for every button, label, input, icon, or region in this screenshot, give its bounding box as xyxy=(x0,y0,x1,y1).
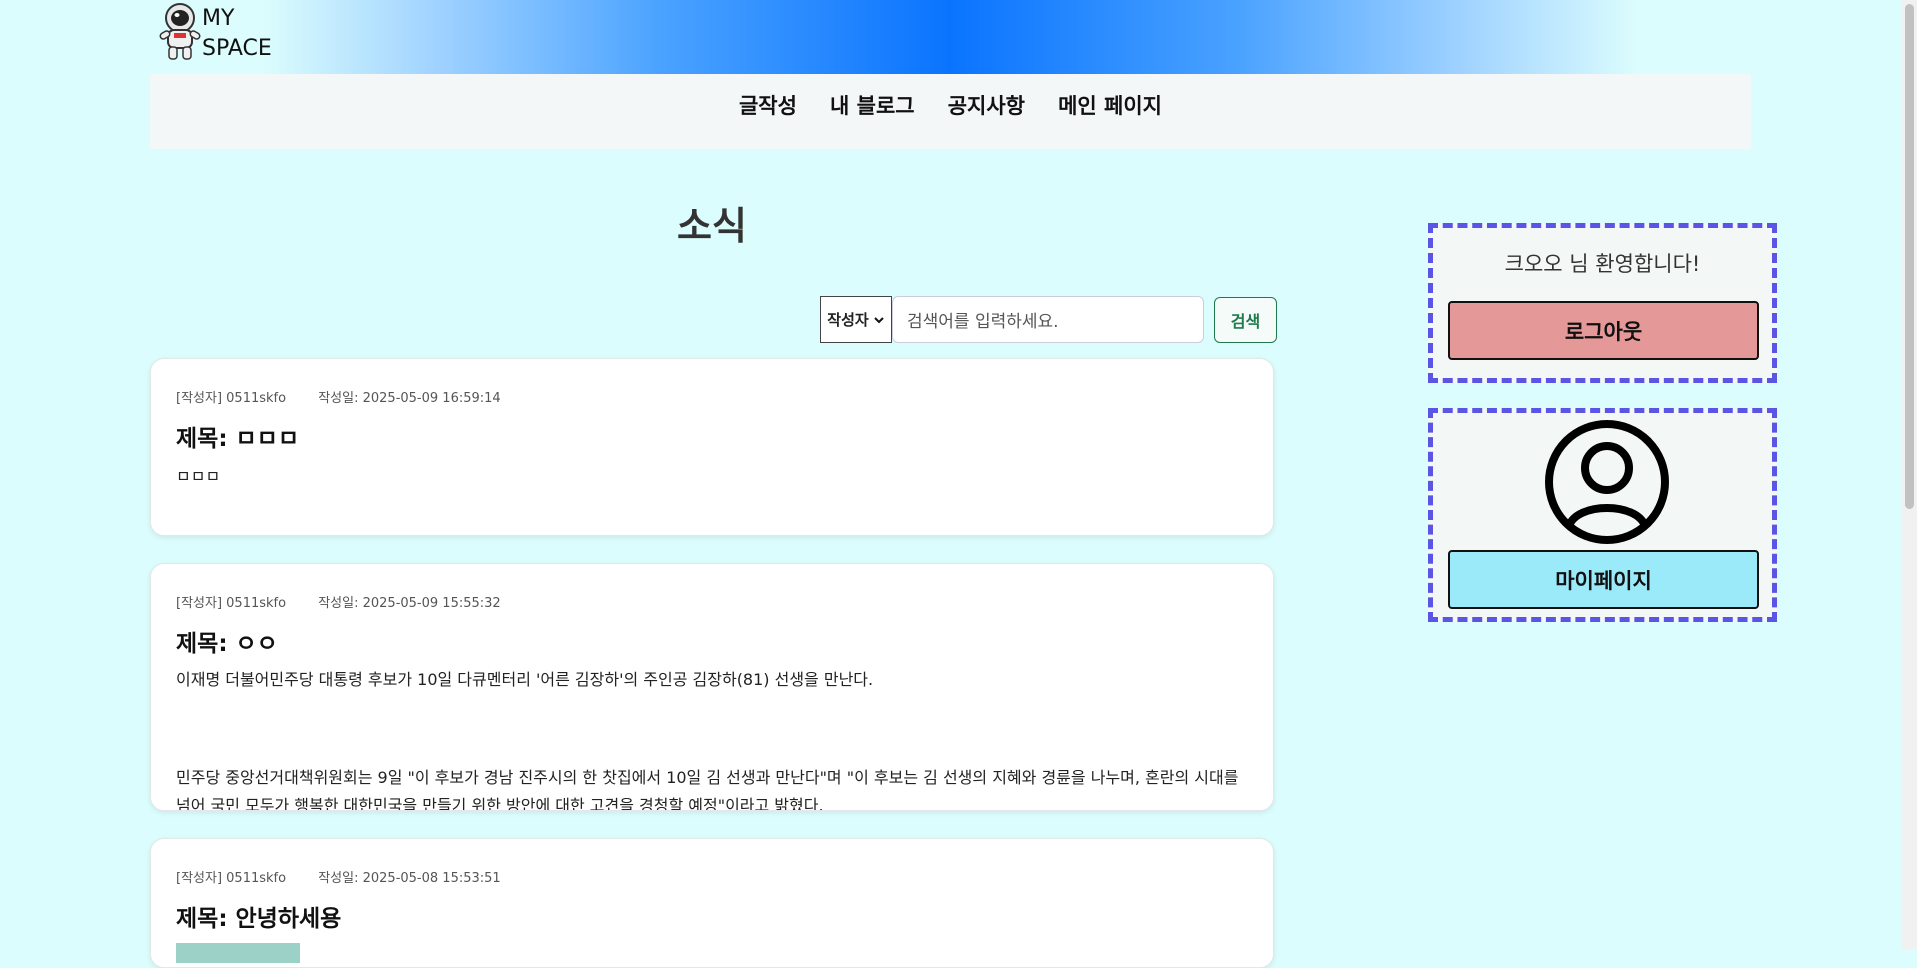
top-nav: 글작성 내 블로그 공지사항 메인 페이지 xyxy=(150,74,1751,149)
post-title[interactable]: 제목: 안녕하세용 xyxy=(176,899,341,933)
post-author: [작성자] 0511skfo xyxy=(176,596,287,611)
post-title[interactable]: 제목: ㅇㅇ xyxy=(176,624,278,658)
post-card[interactable]: [작성자] 0511skfo 작성일: 2025-05-09 16:59:14 … xyxy=(150,358,1274,536)
search-input[interactable]: 검색어를 입력하세요. xyxy=(892,296,1204,343)
user-welcome-box: 크오오 님 환영합니다! 로그아웃 xyxy=(1428,223,1777,383)
post-author: [작성자] 0511skfo xyxy=(176,871,287,886)
mypage-button[interactable]: 마이페이지 xyxy=(1448,550,1759,609)
post-paragraph: ㅁㅁㅁ xyxy=(176,467,221,486)
page-title: 소식 xyxy=(677,204,747,248)
chevron-down-icon xyxy=(873,316,884,323)
post-meta: [작성자] 0511skfo 작성일: 2025-05-09 16:59:14 xyxy=(176,387,529,406)
post-title[interactable]: 제목: ㅁㅁㅁ xyxy=(176,419,299,453)
nav-my-blog[interactable]: 내 블로그 xyxy=(830,90,915,120)
post-thumbnail xyxy=(176,943,300,963)
profile-box: 마이페이지 xyxy=(1428,408,1777,622)
page-scrollbar[interactable] xyxy=(1902,0,1917,949)
astronaut-icon xyxy=(159,3,201,60)
search-type-value: 작성자 xyxy=(827,311,869,329)
site-logo[interactable]: MY SPACE xyxy=(150,0,280,66)
post-author: [작성자] 0511skfo xyxy=(176,391,287,406)
nav-main-page[interactable]: 메인 페이지 xyxy=(1058,90,1162,120)
search-button[interactable]: 검색 xyxy=(1214,297,1277,343)
logo-line-2: SPACE xyxy=(202,36,272,61)
post-paragraph: 민주당 중앙선거대책위원회는 9일 "이 후보가 경남 진주시의 한 찻집에서 … xyxy=(176,768,1239,811)
post-date: 작성일: 2025-05-09 16:59:14 xyxy=(318,391,501,406)
post-meta: [작성자] 0511skfo 작성일: 2025-05-08 15:53:51 xyxy=(176,867,529,886)
logout-button[interactable]: 로그아웃 xyxy=(1448,301,1759,360)
logo-line-1: MY xyxy=(202,6,235,31)
user-circle-icon[interactable] xyxy=(1543,418,1671,546)
post-meta: [작성자] 0511skfo 작성일: 2025-05-09 15:55:32 xyxy=(176,592,529,611)
nav-write[interactable]: 글작성 xyxy=(739,90,797,120)
logo-text: MY SPACE xyxy=(202,4,272,64)
search-type-select[interactable]: 작성자 xyxy=(820,296,892,343)
post-body: ㅁㅁㅁ xyxy=(176,463,1248,491)
welcome-text: 크오오 님 환영합니다! xyxy=(1504,252,1701,276)
post-paragraph: 이재명 더불어민주당 대통령 후보가 10일 다큐멘터리 '어른 김장하'의 주… xyxy=(176,670,874,689)
header-banner xyxy=(150,0,1750,74)
post-card[interactable]: [작성자] 0511skfo 작성일: 2025-05-09 15:55:32 … xyxy=(150,563,1274,811)
post-body: 이재명 더불어민주당 대통령 후보가 10일 다큐멘터리 '어른 김장하'의 주… xyxy=(176,666,1248,811)
post-date: 작성일: 2025-05-09 15:55:32 xyxy=(318,596,501,611)
scrollbar-thumb[interactable] xyxy=(1905,4,1914,509)
nav-notice[interactable]: 공지사항 xyxy=(948,90,1025,120)
post-date: 작성일: 2025-05-08 15:53:51 xyxy=(318,871,501,886)
search-placeholder: 검색어를 입력하세요. xyxy=(907,312,1059,332)
